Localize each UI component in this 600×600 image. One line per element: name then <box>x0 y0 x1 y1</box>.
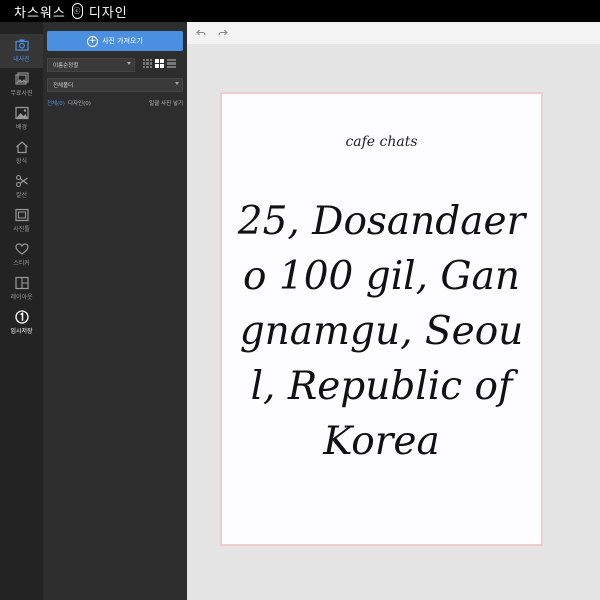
view-toggle-group <box>143 59 176 68</box>
app-title-left: 차스워스 <box>14 5 66 21</box>
title-bar: 차스워스 ⓒ 디자인 <box>0 0 600 22</box>
logo-icon: ⓒ <box>71 3 83 19</box>
image-icon <box>14 106 29 120</box>
plus-icon: + <box>87 35 99 47</box>
rail-label: 스티커 <box>13 260 30 267</box>
rail-label: 무료사진 <box>10 90 33 97</box>
rail-item-layout[interactable]: 레이아웃 <box>0 272 43 306</box>
rail-item-my-photos[interactable]: 내사진 <box>0 34 43 68</box>
import-photos-button[interactable]: + 사진 가져오기 <box>47 31 183 51</box>
rail-item-decoration[interactable]: 장식 <box>0 136 43 170</box>
design-page[interactable]: cafe chats 25, Dosandaero 100 gil, Gangn… <box>220 92 543 546</box>
undo-icon[interactable] <box>195 27 207 39</box>
rail-item-temp-save[interactable]: 임시저장 <box>0 306 43 340</box>
list-view-icon[interactable] <box>167 59 176 68</box>
tool-rail: 내사진 무료사진 배경 장식 칼선 사진틀 스티커 레이아웃 임시저장 <box>0 22 43 600</box>
photo-panel: + 사진 가져오기 이름순정렬 전체폴더 전체(0) 디자인(0) 일괄 사진 … <box>43 22 187 600</box>
page-title-text[interactable]: cafe chats <box>222 134 541 150</box>
sort-select-value: 이름순정렬 <box>53 63 79 69</box>
redo-icon[interactable] <box>217 27 229 39</box>
frame-icon <box>14 208 29 222</box>
import-photos-label: 사진 가져오기 <box>102 37 143 45</box>
rail-item-background[interactable]: 배경 <box>0 102 43 136</box>
rail-label: 배경 <box>15 124 28 131</box>
photos-icon <box>14 72 29 86</box>
filter-all-tab[interactable]: 전체(0) <box>47 99 65 107</box>
heart-icon <box>14 242 29 256</box>
camera-icon <box>14 38 29 52</box>
grid-large-view-icon[interactable] <box>155 59 164 68</box>
grid-small-view-icon[interactable] <box>143 59 152 68</box>
folder-select[interactable]: 전체폴더 <box>47 78 183 92</box>
scissors-icon <box>15 174 29 188</box>
filter-design-tab[interactable]: 디자인(0) <box>68 99 91 107</box>
chevron-down-icon <box>175 82 179 85</box>
app-window: 내사진 무료사진 배경 장식 칼선 사진틀 스티커 레이아웃 임시저장 + 사진… <box>0 22 600 600</box>
rail-label: 칼선 <box>15 192 28 199</box>
rail-item-free-photos[interactable]: 무료사진 <box>0 68 43 102</box>
number-one-icon <box>14 310 29 324</box>
layout-icon <box>14 276 29 290</box>
rail-label: 레이아웃 <box>10 294 33 301</box>
page-address-text[interactable]: 25, Dosandaero 100 gil, Gangnamgu, Seoul… <box>236 194 527 469</box>
filter-row: 전체(0) 디자인(0) 일괄 사진 넣기 <box>47 99 183 107</box>
canvas-area: cafe chats 25, Dosandaero 100 gil, Gangn… <box>187 22 600 600</box>
rail-item-sticker[interactable]: 스티커 <box>0 238 43 272</box>
sort-select[interactable]: 이름순정렬 <box>47 58 135 72</box>
chevron-down-icon <box>127 62 131 65</box>
rail-label: 임시저장 <box>10 328 33 335</box>
house-icon <box>15 140 29 154</box>
rail-item-photo-frame[interactable]: 사진틀 <box>0 204 43 238</box>
batch-insert-link[interactable]: 일괄 사진 넣기 <box>149 99 183 107</box>
rail-label: 내사진 <box>13 56 30 63</box>
rail-label: 사진틀 <box>13 226 30 233</box>
app-title-right: 디자인 <box>88 5 128 21</box>
canvas-toolbar <box>187 22 600 44</box>
rail-item-cut-line[interactable]: 칼선 <box>0 170 43 204</box>
folder-select-value: 전체폴더 <box>53 83 74 89</box>
rail-label: 장식 <box>15 158 28 165</box>
